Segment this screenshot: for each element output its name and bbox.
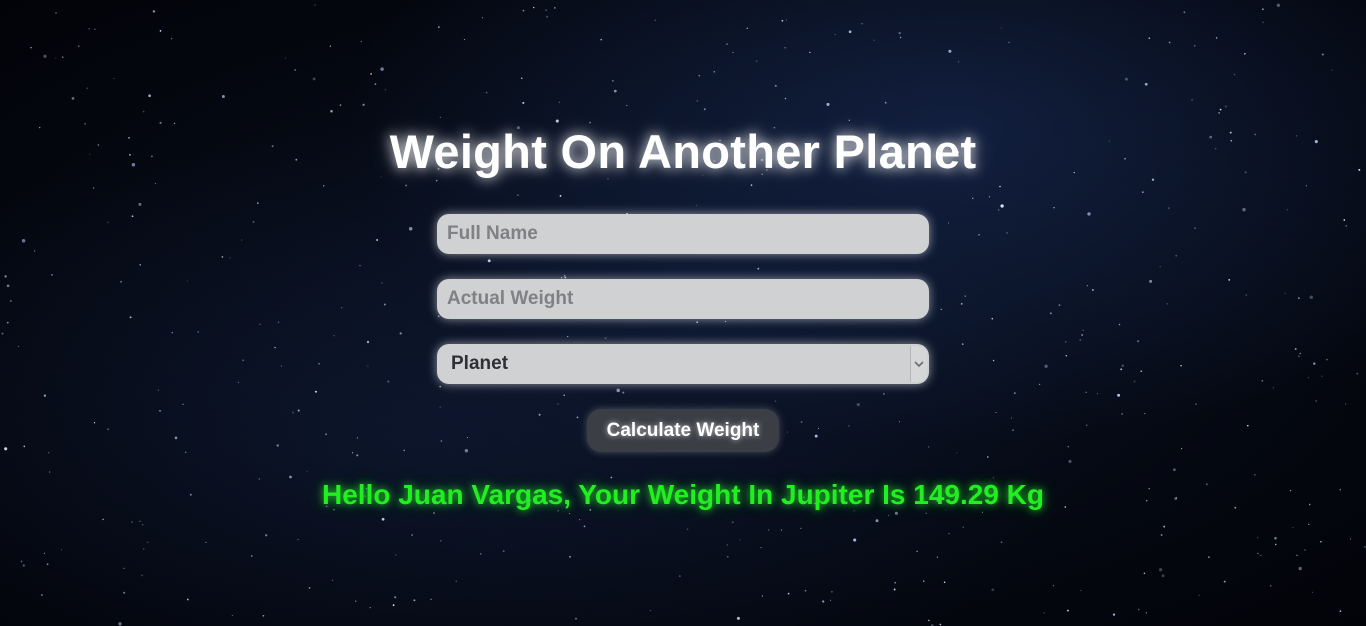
actual-weight-input[interactable] bbox=[437, 279, 929, 319]
full-name-input[interactable] bbox=[437, 214, 929, 254]
chevron-down-icon bbox=[914, 361, 924, 368]
page-title: Weight On Another Planet bbox=[389, 125, 977, 178]
planet-select-value: Planet bbox=[451, 353, 509, 374]
planet-select[interactable]: Planet bbox=[437, 344, 929, 384]
select-arrow[interactable] bbox=[910, 346, 927, 382]
result-message: Hello Juan Vargas, Your Weight In Jupite… bbox=[322, 479, 1044, 510]
calculate-weight-button[interactable]: Calculate Weight bbox=[587, 409, 779, 452]
app-container: Weight On Another Planet Planet Calculat… bbox=[0, 0, 1366, 626]
